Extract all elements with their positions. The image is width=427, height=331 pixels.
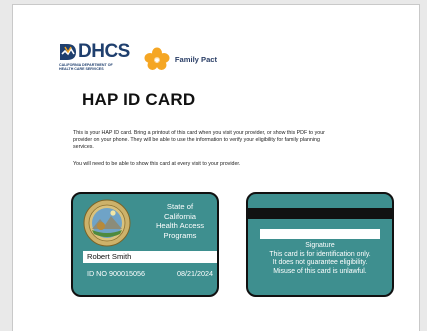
dhcs-logo-icon bbox=[60, 44, 76, 60]
flower-logo-icon bbox=[144, 47, 170, 70]
signature-label: Signature bbox=[305, 242, 335, 249]
id-card-front: State of California Health Access Progra… bbox=[71, 192, 219, 297]
intro-paragraph: This is your HAP ID card. Bring a printo… bbox=[73, 130, 325, 150]
page-title: HAP ID CARD bbox=[82, 90, 196, 109]
signature-box bbox=[260, 229, 380, 239]
dhcs-logo-text: DHCS bbox=[78, 41, 130, 62]
family-pact-label: Family Pact bbox=[174, 54, 218, 64]
id-card-back: Signature This card is for identificatio… bbox=[246, 192, 394, 297]
dhcs-logo: DHCS CALIFORNIA DEPARTMENT OF HEALTH CAR… bbox=[59, 41, 130, 72]
issuer-text: State of California Health Access Progra… bbox=[155, 202, 205, 240]
issue-date: 08/21/2024 bbox=[177, 269, 213, 278]
family-pact-logo: Family Pact bbox=[144, 47, 217, 71]
magnetic-stripe bbox=[248, 208, 392, 219]
member-name: Robert Smith bbox=[83, 251, 217, 263]
california-state-seal-icon bbox=[83, 199, 131, 247]
card-back-notice: Signature This card is for identificatio… bbox=[248, 242, 392, 276]
visit-paragraph: You will need to be able to show this ca… bbox=[73, 161, 241, 167]
id-number: ID NO 900015056 bbox=[87, 269, 145, 278]
dhcs-logo-subtext: CALIFORNIA DEPARTMENT OF HEALTH CARE SER… bbox=[59, 63, 113, 72]
id-row: ID NO 900015056 08/21/2024 bbox=[87, 269, 213, 278]
header-logos: DHCS CALIFORNIA DEPARTMENT OF HEALTH CAR… bbox=[59, 42, 217, 76]
document-page: DHCS CALIFORNIA DEPARTMENT OF HEALTH CAR… bbox=[12, 4, 420, 331]
